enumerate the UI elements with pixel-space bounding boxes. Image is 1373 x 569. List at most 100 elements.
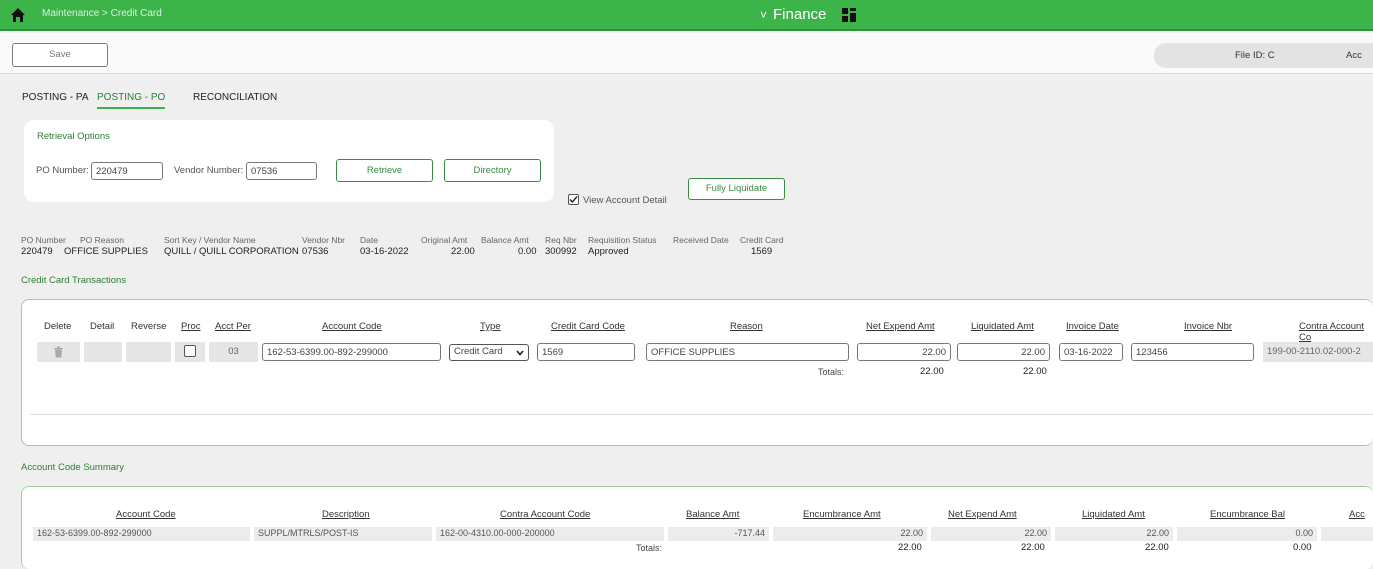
reason-input[interactable]: OFFICE SUPPLIES	[646, 343, 849, 361]
breadcrumb[interactable]: Maintenance > Credit Card	[42, 8, 162, 19]
req-nbr-header: Req Nbr	[545, 235, 577, 245]
vendor-nbr-header: Vendor Nbr	[302, 235, 345, 245]
directory-button[interactable]: Directory	[444, 159, 541, 182]
sum-account-code: 162-53-6399.00-892-299000	[33, 527, 250, 541]
type-value: Credit Card	[454, 346, 503, 357]
liquidated-amt-input[interactable]: 22.00	[957, 343, 1050, 361]
save-button[interactable]: Save	[12, 43, 108, 67]
transactions-totals-label: Totals:	[818, 367, 845, 377]
col-net-expend-amt[interactable]: Net Expend Amt	[866, 321, 935, 332]
col-invoice-nbr[interactable]: Invoice Nbr	[1184, 321, 1232, 332]
total-liquidated: 22.00	[1023, 366, 1047, 377]
proc-checkbox[interactable]	[184, 345, 196, 357]
grid-icon[interactable]	[842, 8, 856, 22]
col-account-code[interactable]: Account Code	[322, 321, 382, 332]
sum-col-encumbrance-bal[interactable]: Encumbrance Bal	[1210, 509, 1285, 520]
net-expend-amt-input[interactable]: 22.00	[857, 343, 951, 361]
tab-reconciliation[interactable]: RECONCILIATION	[193, 92, 277, 103]
po-reason-header: PO Reason	[80, 235, 124, 245]
received-date-header: Received Date	[673, 235, 729, 245]
sum-liquidated-amt: 22.00	[1055, 527, 1173, 541]
sum-balance-amt: -717.44	[668, 527, 769, 541]
sum-encumbrance-bal: 0.00	[1177, 527, 1317, 541]
sum-col-account-code[interactable]: Account Code	[116, 509, 176, 520]
sum-encumbrance-amt: 22.00	[773, 527, 927, 541]
contra-account-code-value: 199-00-2110.02-000-2	[1263, 342, 1373, 362]
top-bar	[0, 0, 1373, 31]
checkmark-icon	[569, 196, 578, 204]
sum-col-contra-account-code[interactable]: Contra Account Code	[500, 509, 590, 520]
view-account-detail-checkbox[interactable]	[568, 194, 579, 205]
row-divider	[30, 414, 1373, 415]
date-header: Date	[360, 235, 378, 245]
account-code-input[interactable]: 162-53-6399.00-892-299000	[262, 343, 441, 361]
vendor-nbr-value: 07536	[302, 246, 329, 257]
fully-liquidate-button[interactable]: Fully Liquidate	[688, 178, 785, 200]
home-icon[interactable]	[10, 7, 26, 23]
credit-card-value: 1569	[751, 246, 773, 257]
sum-net-expend-amt: 22.00	[931, 527, 1051, 541]
invoice-date-input[interactable]: 03-16-2022	[1059, 343, 1123, 361]
sum-acc-cell	[1321, 527, 1373, 541]
account-code-summary-title: Account Code Summary	[21, 462, 124, 473]
col-liquidated-amt[interactable]: Liquidated Amt	[971, 321, 1034, 332]
req-nbr-value: 300992	[545, 246, 577, 257]
sum-total-liquidated: 22.00	[1145, 542, 1169, 553]
invoice-nbr-input[interactable]: 123456	[1131, 343, 1254, 361]
detail-cell	[84, 342, 122, 362]
sum-total-encumbrance: 22.00	[898, 542, 922, 553]
sum-col-acc[interactable]: Acc	[1349, 509, 1365, 520]
requisition-status-value: Approved	[588, 246, 629, 257]
po-number-value: 220479	[21, 246, 53, 257]
col-detail: Detail	[90, 321, 115, 332]
requisition-status-header: Requisition Status	[588, 235, 657, 245]
col-proc[interactable]: Proc	[181, 321, 201, 332]
col-invoice-date[interactable]: Invoice Date	[1066, 321, 1119, 332]
col-delete: Delete	[44, 321, 72, 332]
total-net-expend: 22.00	[920, 366, 944, 377]
vendor-number-input[interactable]: 07536	[246, 162, 317, 180]
sum-col-description[interactable]: Description	[322, 509, 370, 520]
po-number-input[interactable]: 220479	[91, 162, 163, 180]
tab-posting-pa[interactable]: POSTING - PA	[22, 92, 89, 103]
sum-contra-account-code: 162-00-4310.00-000-200000	[436, 527, 664, 541]
sum-col-balance-amt[interactable]: Balance Amt	[686, 509, 739, 520]
acct-per-value: 03	[209, 342, 258, 362]
view-account-detail-label: View Account Detail	[583, 195, 667, 206]
tab-posting-po[interactable]: POSTING - PO	[97, 92, 166, 109]
original-amt-value: 22.00	[451, 246, 475, 257]
col-contra-account-code[interactable]: Contra Account Co	[1299, 321, 1373, 343]
col-acct-per[interactable]: Acct Per	[215, 321, 251, 332]
reverse-cell	[126, 342, 171, 362]
app-selector[interactable]: ˅ Finance	[760, 6, 826, 23]
trash-icon[interactable]	[53, 346, 64, 358]
sum-total-encumbrance-bal: 0.00	[1293, 542, 1312, 553]
vendor-name-header: Sort Key / Vendor Name	[164, 235, 256, 245]
sum-col-net-expend-amt[interactable]: Net Expend Amt	[948, 509, 1017, 520]
sum-total-net-expend: 22.00	[1021, 542, 1045, 553]
credit-card-transactions-title: Credit Card Transactions	[21, 275, 127, 286]
sum-description: SUPPL/MTRLS/POST-IS	[254, 527, 432, 541]
retrieve-button[interactable]: Retrieve	[336, 159, 433, 182]
sum-col-encumbrance-amt[interactable]: Encumbrance Amt	[803, 509, 881, 520]
po-reason-value: OFFICE SUPPLIES	[64, 246, 148, 257]
app-name: Finance	[773, 6, 827, 23]
col-reverse: Reverse	[131, 321, 167, 332]
po-number-header: PO Number	[21, 235, 66, 245]
type-select[interactable]: Credit Card	[449, 344, 529, 361]
credit-card-code-input[interactable]: 1569	[537, 343, 635, 361]
summary-totals-label: Totals:	[636, 543, 663, 553]
balance-amt-header: Balance Amt	[481, 235, 529, 245]
col-credit-card-code[interactable]: Credit Card Code	[551, 321, 625, 332]
date-value: 03-16-2022	[360, 246, 409, 257]
sum-col-liquidated-amt[interactable]: Liquidated Amt	[1082, 509, 1145, 520]
vendor-number-label: Vendor Number:	[174, 165, 244, 176]
acc-label: Acc	[1346, 50, 1362, 61]
po-number-label: PO Number:	[36, 165, 89, 176]
chevron-down-icon: ˅	[760, 8, 768, 22]
file-id-label: File ID: C	[1235, 50, 1275, 61]
original-amt-header: Original Amt	[421, 235, 468, 245]
credit-card-header: Credit Card	[740, 235, 784, 245]
col-reason[interactable]: Reason	[730, 321, 763, 332]
col-type[interactable]: Type	[480, 321, 501, 332]
